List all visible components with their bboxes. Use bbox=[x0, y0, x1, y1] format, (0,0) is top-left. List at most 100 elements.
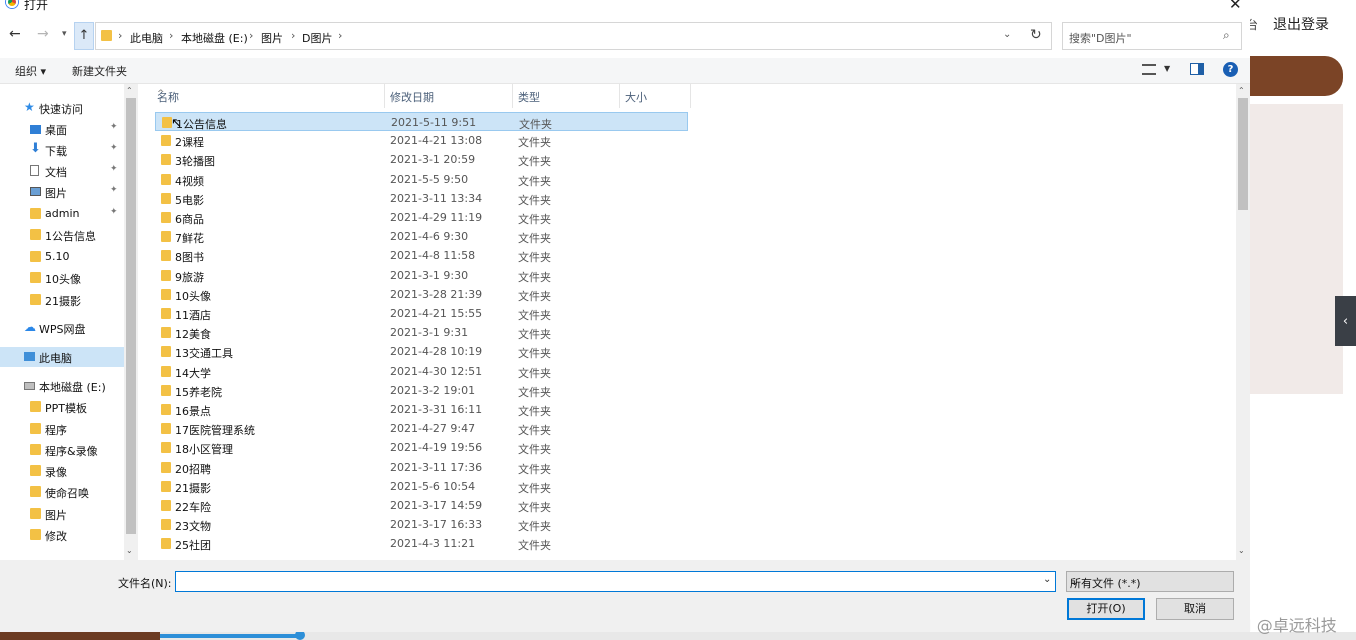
sidebar-item[interactable]: 程序 bbox=[0, 419, 124, 439]
scroll-down-icon[interactable]: ⌄ bbox=[1238, 546, 1245, 555]
column-header-date[interactable]: 修改日期 bbox=[385, 84, 513, 108]
file-row[interactable]: 5电影 2021-3-11 13:34 文件夹 bbox=[155, 189, 688, 208]
logout-link[interactable]: 退出登录 bbox=[1273, 14, 1329, 34]
cloud-icon: ☁ bbox=[24, 320, 36, 334]
chevron-down-icon[interactable]: ⌄ bbox=[1003, 29, 1011, 40]
file-name: 5电影 bbox=[175, 193, 204, 207]
scroll-up-icon[interactable]: ⌃ bbox=[126, 86, 133, 95]
sidebar-item[interactable]: 图片 ✦ bbox=[0, 182, 124, 202]
sidebar-item[interactable]: 程序&录像 bbox=[0, 440, 124, 460]
sidebar-item[interactable]: PPT模板 bbox=[0, 397, 124, 417]
file-name: 10头像 bbox=[175, 289, 211, 303]
sidebar-item[interactable]: 此电脑 bbox=[0, 347, 124, 367]
scroll-up-icon[interactable]: ⌃ bbox=[1238, 86, 1245, 95]
file-row[interactable]: 18小区管理 2021-4-19 19:56 文件夹 bbox=[155, 438, 688, 457]
filetype-value: 所有文件 (*.*) bbox=[1070, 577, 1141, 590]
sidebar-item[interactable]: admin ✦ bbox=[0, 204, 124, 224]
file-row[interactable]: 4视频 2021-5-5 9:50 文件夹 bbox=[155, 170, 688, 189]
close-icon[interactable]: ✕ bbox=[1229, 0, 1242, 13]
file-row[interactable]: 6商品 2021-4-29 11:19 文件夹 bbox=[155, 208, 688, 227]
open-button[interactable]: 打开(O) bbox=[1067, 598, 1145, 620]
file-row[interactable]: 3轮播图 2021-3-1 20:59 文件夹 bbox=[155, 150, 688, 169]
crumb-separator[interactable]: › bbox=[118, 29, 122, 42]
help-icon[interactable]: ? bbox=[1223, 62, 1238, 77]
refresh-icon[interactable]: ↻ bbox=[1030, 27, 1042, 43]
file-row[interactable]: 21摄影 2021-5-6 10:54 文件夹 bbox=[155, 477, 688, 496]
file-row[interactable]: 1公告信息 2021-5-11 9:51 文件夹 bbox=[155, 112, 688, 131]
search-input[interactable]: 搜索"D图片" ⌕ bbox=[1062, 22, 1242, 50]
forward-arrow-icon[interactable]: → bbox=[37, 26, 49, 42]
column-header-name[interactable]: 名称 ^ bbox=[152, 84, 385, 108]
file-row[interactable]: 2课程 2021-4-21 13:08 文件夹 bbox=[155, 131, 688, 150]
sidebar-item[interactable]: ⬇ 下载 ✦ bbox=[0, 140, 124, 160]
up-folder-button[interactable]: ↑ bbox=[74, 22, 94, 50]
breadcrumb-d-pictures[interactable]: D图片 bbox=[302, 30, 332, 46]
crumb-separator[interactable]: › bbox=[249, 29, 253, 42]
breadcrumb-this-pc[interactable]: 此电脑 bbox=[130, 30, 163, 46]
column-label: 类型 bbox=[518, 91, 540, 104]
sidebar-item-label: 1公告信息 bbox=[45, 230, 96, 243]
crumb-separator[interactable]: › bbox=[291, 29, 295, 42]
chevron-down-icon[interactable]: ⌄ bbox=[1043, 574, 1051, 585]
address-bar[interactable]: › 此电脑 › 本地磁盘 (E:) › 图片 › D图片 › ⌄ ↻ bbox=[95, 22, 1052, 50]
view-dropdown-icon[interactable]: ▼ bbox=[1164, 64, 1170, 73]
sidebar-item[interactable]: 21摄影 bbox=[0, 290, 124, 310]
file-row[interactable]: 11酒店 2021-4-21 15:55 文件夹 bbox=[155, 304, 688, 323]
sidebar-item[interactable]: 5.10 bbox=[0, 247, 124, 267]
file-row[interactable]: 20招聘 2021-3-11 17:36 文件夹 bbox=[155, 458, 688, 477]
pin-icon: ✦ bbox=[110, 143, 118, 153]
nav-scroll-thumb[interactable] bbox=[126, 98, 136, 534]
recent-locations-dropdown[interactable]: ▾ bbox=[62, 29, 67, 39]
file-row[interactable]: 8图书 2021-4-8 11:58 文件夹 bbox=[155, 246, 688, 265]
file-type: 文件夹 bbox=[518, 136, 551, 150]
document-icon bbox=[30, 165, 39, 176]
sidebar-item[interactable]: 文档 ✦ bbox=[0, 161, 124, 181]
file-row[interactable]: 25社团 2021-4-3 11:21 文件夹 bbox=[155, 534, 688, 553]
file-row[interactable]: 17医院管理系统 2021-4-27 9:47 文件夹 bbox=[155, 419, 688, 438]
cancel-button[interactable]: 取消 bbox=[1156, 598, 1234, 620]
view-options-icon[interactable] bbox=[1142, 64, 1156, 75]
side-collapse-tab[interactable]: ‹ bbox=[1335, 296, 1356, 346]
breadcrumb-local-disk[interactable]: 本地磁盘 (E:) bbox=[181, 30, 248, 46]
crumb-separator[interactable]: › bbox=[169, 29, 173, 42]
organize-button[interactable]: 组织 ▾ bbox=[15, 63, 46, 79]
sidebar-item[interactable]: ★ 快速访问 bbox=[0, 98, 124, 118]
sidebar-item[interactable]: 图片 bbox=[0, 504, 124, 524]
column-header-type[interactable]: 类型 bbox=[513, 84, 620, 108]
preview-pane-icon[interactable] bbox=[1190, 63, 1204, 75]
sidebar-item[interactable]: 修改 bbox=[0, 525, 124, 545]
search-icon[interactable]: ⌕ bbox=[1223, 28, 1230, 43]
sidebar-item[interactable]: 使命召唤 bbox=[0, 482, 124, 502]
list-scrollbar[interactable]: ⌃ ⌄ bbox=[1236, 84, 1250, 560]
sidebar-item[interactable]: 10头像 bbox=[0, 268, 124, 288]
sidebar-item[interactable]: ☁ WPS网盘 bbox=[0, 318, 124, 338]
filetype-select[interactable]: 所有文件 (*.*) ⌄ bbox=[1066, 571, 1234, 592]
crumb-separator[interactable]: › bbox=[338, 29, 342, 42]
file-row[interactable]: 14大学 2021-4-30 12:51 文件夹 bbox=[155, 362, 688, 381]
sidebar-item-label: 程序&录像 bbox=[45, 445, 98, 458]
back-arrow-icon[interactable]: ← bbox=[9, 26, 21, 42]
file-row[interactable]: 12美食 2021-3-1 9:31 文件夹 bbox=[155, 323, 688, 342]
new-folder-button[interactable]: 新建文件夹 bbox=[72, 63, 127, 79]
sidebar-item[interactable]: 录像 bbox=[0, 461, 124, 481]
file-date: 2021-4-21 13:08 bbox=[390, 134, 483, 148]
folder-icon bbox=[30, 229, 41, 240]
file-row[interactable]: 9旅游 2021-3-1 9:30 文件夹 bbox=[155, 266, 688, 285]
file-row[interactable]: 23文物 2021-3-17 16:33 文件夹 bbox=[155, 515, 688, 534]
file-row[interactable]: 10头像 2021-3-28 21:39 文件夹 bbox=[155, 285, 688, 304]
scroll-down-icon[interactable]: ⌄ bbox=[126, 546, 133, 555]
sidebar-item[interactable]: 本地磁盘 (E:) bbox=[0, 376, 124, 396]
file-row[interactable]: 7鲜花 2021-4-6 9:30 文件夹 bbox=[155, 227, 688, 246]
list-scroll-thumb[interactable] bbox=[1238, 98, 1248, 210]
sidebar-item-label: 修改 bbox=[45, 530, 67, 543]
file-row[interactable]: 13交通工具 2021-4-28 10:19 文件夹 bbox=[155, 342, 688, 361]
sidebar-item[interactable]: 桌面 ✦ bbox=[0, 119, 124, 139]
file-row[interactable]: 22车险 2021-3-17 14:59 文件夹 bbox=[155, 496, 688, 515]
sidebar-item[interactable]: 1公告信息 bbox=[0, 225, 124, 245]
file-row[interactable]: 16景点 2021-3-31 16:11 文件夹 bbox=[155, 400, 688, 419]
file-row[interactable]: 15养老院 2021-3-2 19:01 文件夹 bbox=[155, 381, 688, 400]
breadcrumb-pictures[interactable]: 图片 bbox=[261, 30, 283, 46]
column-header-size[interactable]: 大小 bbox=[620, 84, 691, 108]
filename-input[interactable] bbox=[175, 571, 1056, 592]
nav-scrollbar[interactable]: ⌃ ⌄ bbox=[124, 84, 138, 560]
